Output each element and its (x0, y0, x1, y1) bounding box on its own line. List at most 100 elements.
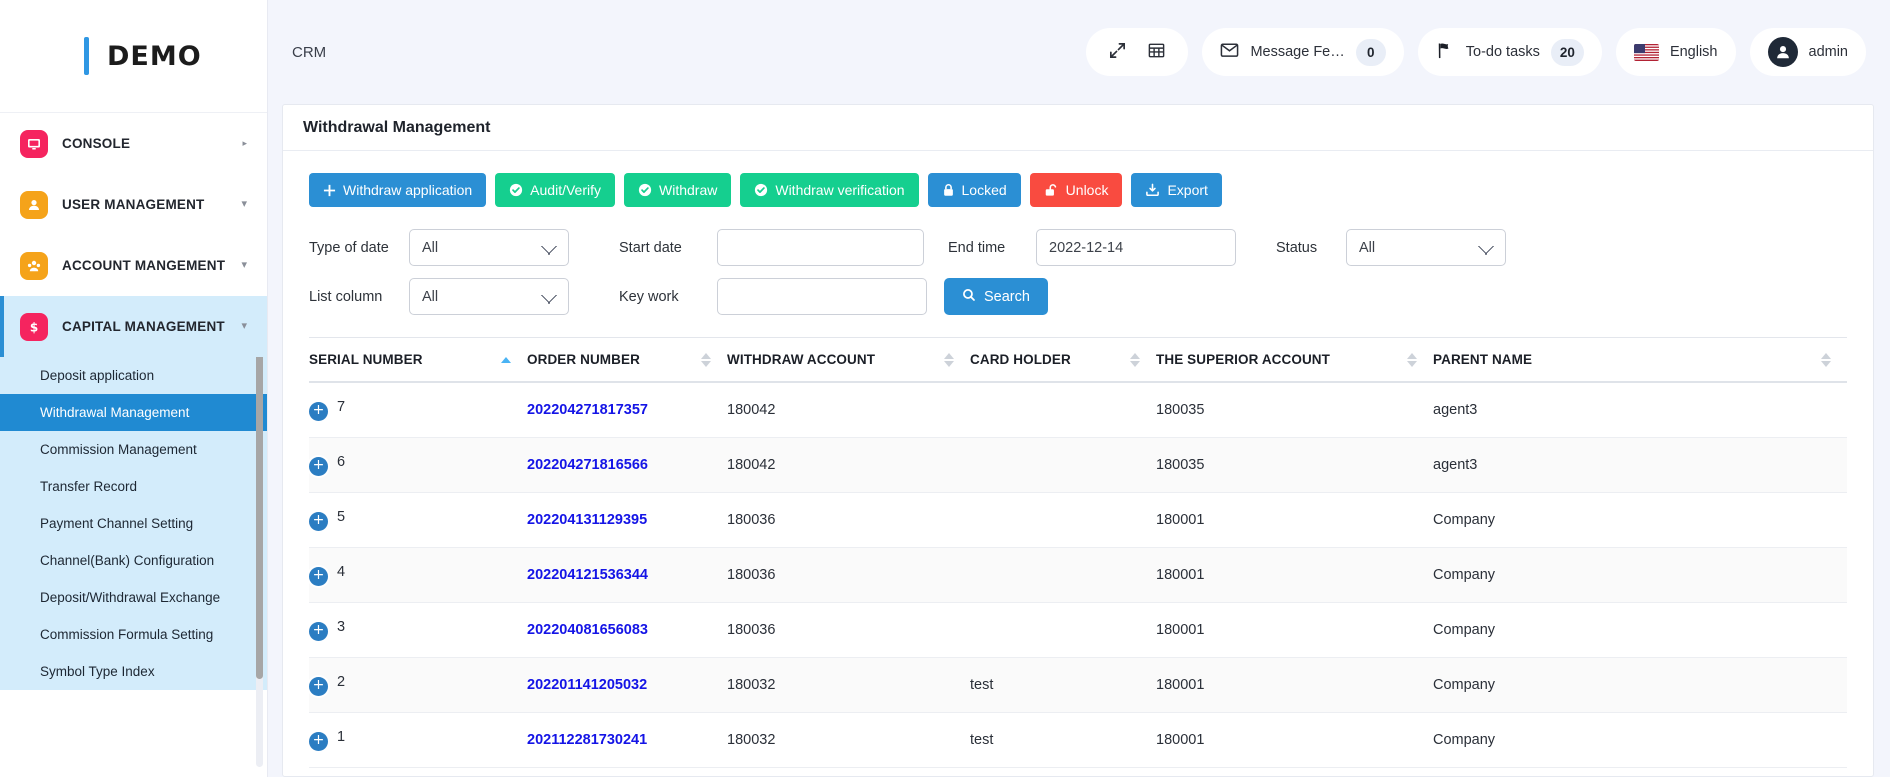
cell-card-holder: test (970, 713, 1156, 768)
user-menu[interactable]: admin (1750, 28, 1867, 76)
start-date-input[interactable] (717, 229, 924, 266)
locked-button[interactable]: Locked (928, 173, 1021, 207)
cell-serial-number: +7 (309, 382, 527, 438)
order-number-link[interactable]: 202201141205032 (527, 677, 647, 693)
table-row[interactable]: +5202204131129395180036180001Company (309, 493, 1847, 548)
message-feed-button[interactable]: Message Fe… 0 (1202, 28, 1403, 76)
export-button[interactable]: Export (1131, 173, 1221, 207)
sidebar-group-account-mangement[interactable]: ACCOUNT MANGEMENT ▾ (0, 235, 267, 296)
cell-order-number: 202112281730241 (527, 713, 727, 768)
sidebar-item-deposit-application[interactable]: Deposit application (0, 357, 267, 394)
order-number-link[interactable]: 202204081656083 (527, 622, 648, 638)
table-row[interactable]: +4202204121536344180036180001Company (309, 548, 1847, 603)
search-button-label: Search (984, 289, 1030, 305)
column-header-order-number[interactable]: ORDER NUMBER (527, 338, 727, 383)
filter-panel: Type of date All Start date End time Sta… (309, 229, 1847, 315)
column-header-serial-number[interactable]: SERIAL NUMBER (309, 338, 527, 383)
cell-serial-number: +6 (309, 438, 527, 493)
table-row[interactable]: +7202204271817357180042180035agent3 (309, 382, 1847, 438)
sidebar-item-channel-bank-configuration[interactable]: Channel(Bank) Configuration (0, 542, 267, 579)
column-label: ORDER NUMBER (527, 352, 640, 367)
audit-verify-button[interactable]: Audit/Verify (495, 173, 615, 207)
us-flag-icon (1634, 44, 1659, 61)
fullscreen-icon[interactable] (1108, 41, 1127, 64)
cell-order-number: 202204131129395 (527, 493, 727, 548)
todo-tasks-button[interactable]: To-do tasks 20 (1418, 28, 1602, 76)
cell-serial-number: +3 (309, 603, 527, 658)
sidebar-submenu-capital-management: Deposit application Withdrawal Managemen… (0, 357, 267, 690)
sidebar-item-commission-formula-setting[interactable]: Commission Formula Setting (0, 616, 267, 653)
unlock-button[interactable]: Unlock (1030, 173, 1123, 207)
table-row[interactable]: +2202201141205032180032test180001Company (309, 658, 1847, 713)
serial-number-value: 1 (337, 729, 345, 745)
expand-row-icon[interactable]: + (309, 402, 328, 421)
expand-row-icon[interactable]: + (309, 567, 328, 586)
expand-row-icon[interactable]: + (309, 732, 328, 751)
sidebar-group-capital-management[interactable]: $ CAPITAL MANAGEMENT ▾ (0, 296, 267, 357)
type-of-date-select[interactable]: All (409, 229, 569, 266)
serial-number-value: 4 (337, 564, 345, 580)
sidebar-item-commission-management[interactable]: Commission Management (0, 431, 267, 468)
download-icon (1145, 183, 1160, 197)
sort-indicator[interactable] (944, 353, 954, 367)
check-circle-icon (509, 183, 523, 197)
status-select[interactable]: All (1346, 229, 1506, 266)
sort-indicator-asc[interactable] (501, 357, 511, 363)
logo-accent-bar (84, 37, 89, 75)
sort-indicator[interactable] (1130, 353, 1140, 367)
search-button[interactable]: Search (944, 278, 1048, 315)
sidebar-group-label: CAPITAL MANAGEMENT (62, 319, 225, 334)
cell-parent-name: Company (1433, 658, 1847, 713)
withdraw-button[interactable]: Withdraw (624, 173, 731, 207)
sidebar-group-label: ACCOUNT MANGEMENT (62, 258, 225, 273)
order-number-link[interactable]: 202204131129395 (527, 512, 647, 528)
topbar: CRM (268, 0, 1890, 104)
expand-row-icon[interactable]: + (309, 677, 328, 696)
withdraw-verification-button[interactable]: Withdraw verification (740, 173, 918, 207)
key-work-input[interactable] (717, 278, 927, 315)
language-selector[interactable]: English (1616, 28, 1736, 76)
cell-serial-number: +2 (309, 658, 527, 713)
column-header-withdraw-account[interactable]: WITHDRAW ACCOUNT (727, 338, 970, 383)
expand-row-icon[interactable]: + (309, 512, 328, 531)
table-row[interactable]: +1202112281730241180032test180001Company (309, 713, 1847, 768)
column-header-card-holder[interactable]: CARD HOLDER (970, 338, 1156, 383)
type-of-date-label: Type of date (309, 240, 409, 256)
filter-row-2: List column All Key work Search (309, 278, 1847, 315)
grid-table-icon[interactable] (1147, 41, 1166, 64)
table-header: SERIAL NUMBER ORDER NUMBER (309, 338, 1847, 383)
sidebar: DEMO CONSOLE ▸ USER MANAGEMENT ▾ (0, 0, 268, 777)
table-row[interactable]: +6202204271816566180042180035agent3 (309, 438, 1847, 493)
order-number-link[interactable]: 202204271816566 (527, 457, 648, 473)
sort-indicator[interactable] (1821, 353, 1831, 367)
order-number-link[interactable]: 202204271817357 (527, 402, 648, 418)
content-card: Withdrawal Management Withdraw applicati… (282, 104, 1874, 777)
serial-number-value: 3 (337, 619, 345, 635)
withdraw-application-button[interactable]: Withdraw application (309, 173, 486, 207)
sidebar-item-payment-channel-setting[interactable]: Payment Channel Setting (0, 505, 267, 542)
logo[interactable]: DEMO (0, 0, 267, 112)
sidebar-item-withdrawal-management[interactable]: Withdrawal Management (0, 394, 267, 431)
expand-row-icon[interactable]: + (309, 457, 328, 476)
sidebar-group-console[interactable]: CONSOLE ▸ (0, 113, 267, 174)
sidebar-item-symbol-type-index[interactable]: Symbol Type Index (0, 653, 267, 690)
column-header-parent-name[interactable]: PARENT NAME (1433, 338, 1847, 383)
list-column-select[interactable]: All (409, 278, 569, 315)
sidebar-item-deposit-withdrawal-exchange[interactable]: Deposit/Withdrawal Exchange (0, 579, 267, 616)
sort-indicator[interactable] (1407, 353, 1417, 367)
end-time-input[interactable] (1036, 229, 1236, 266)
sort-indicator[interactable] (701, 353, 711, 367)
table-row[interactable]: +3202204081656083180036180001Company (309, 603, 1847, 658)
cell-the-superior-account: 180001 (1156, 603, 1433, 658)
username-label: admin (1809, 44, 1849, 60)
cell-order-number: 202204081656083 (527, 603, 727, 658)
key-work-label: Key work (619, 289, 717, 305)
order-number-link[interactable]: 202204121536344 (527, 567, 648, 583)
content-body: Withdraw application Audit/Verify Withdr… (283, 151, 1873, 776)
order-number-link[interactable]: 202112281730241 (527, 732, 647, 748)
column-header-the-superior-account[interactable]: THE SUPERIOR ACCOUNT (1156, 338, 1433, 383)
sidebar-group-user-management[interactable]: USER MANAGEMENT ▾ (0, 174, 267, 235)
sidebar-item-transfer-record[interactable]: Transfer Record (0, 468, 267, 505)
expand-row-icon[interactable]: + (309, 622, 328, 641)
cell-the-superior-account: 180035 (1156, 438, 1433, 493)
